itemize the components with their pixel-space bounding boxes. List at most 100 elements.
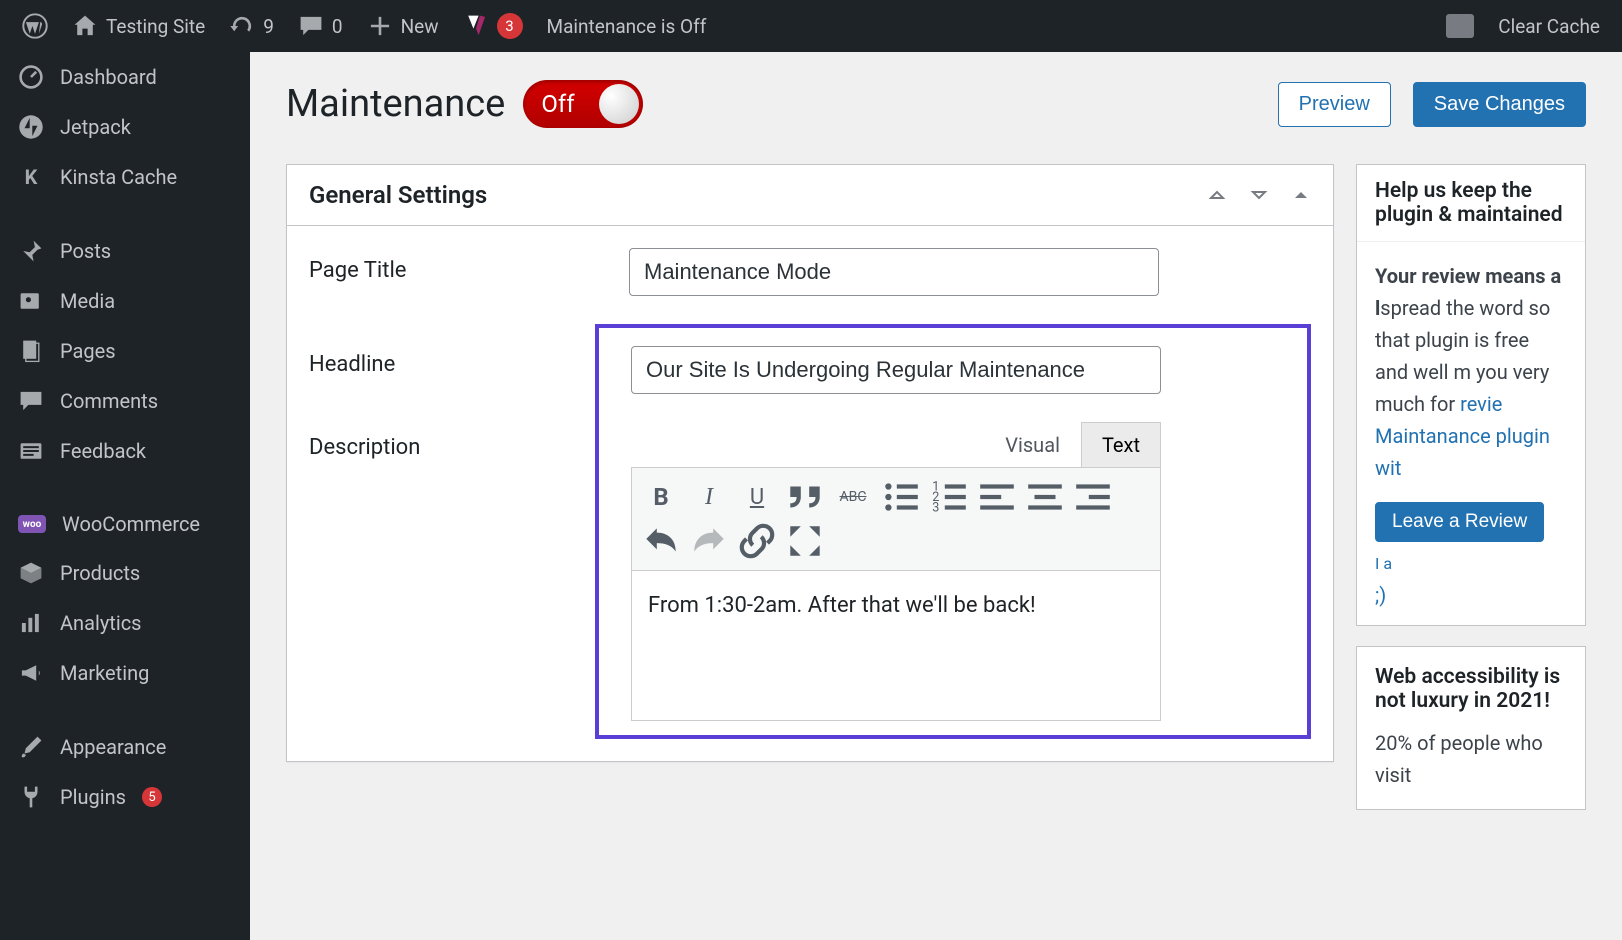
panel-head: General Settings [287, 165, 1333, 226]
admin-bar: Testing Site 9 0 New 3 Maintenance is Of… [0, 0, 1622, 52]
sidebar-item-label: Dashboard [60, 65, 157, 89]
analytics-icon [18, 610, 44, 636]
underline-button[interactable]: U [734, 476, 780, 518]
page-title-input[interactable] [629, 248, 1159, 296]
yoast-badge: 3 [497, 13, 523, 39]
feedback-icon [18, 438, 44, 464]
sidebar-item-pages[interactable]: Pages [0, 326, 250, 376]
comments-count: 0 [332, 15, 343, 38]
sidebar-item-marketing[interactable]: Marketing [0, 648, 250, 698]
svg-text:3: 3 [932, 501, 939, 516]
sidebar-item-label: Feedback [60, 439, 146, 463]
site-name-link[interactable]: Testing Site [60, 0, 217, 52]
sidebar-item-media[interactable]: Media [0, 276, 250, 326]
bold-button[interactable]: B [638, 476, 684, 518]
review-link-1[interactable]: revie [1460, 392, 1502, 416]
preview-button[interactable]: Preview [1278, 82, 1391, 127]
editor-toolbar: B I U ABC 123 [631, 467, 1161, 571]
tab-text[interactable]: Text [1081, 422, 1161, 467]
sidebar-item-label: Pages [60, 339, 116, 363]
already-reviewed-link[interactable]: I a [1375, 554, 1392, 573]
sidebar-item-label: Posts [60, 239, 111, 263]
updates-link[interactable]: 9 [217, 0, 286, 52]
toggle-label: Off [541, 90, 574, 118]
review-box-title: Help us keep the plugin & maintained [1375, 179, 1567, 227]
leave-review-button[interactable]: Leave a Review [1375, 502, 1544, 542]
sidebar-item-comments[interactable]: Comments [0, 376, 250, 426]
sidebar-item-analytics[interactable]: Analytics [0, 598, 250, 648]
speech-bubble-icon [1446, 14, 1474, 38]
yoast-icon [463, 13, 489, 39]
sidebar-item-dashboard[interactable]: Dashboard [0, 52, 250, 102]
accessibility-text: 20% of people who visit [1375, 727, 1567, 791]
comment-icon [298, 13, 324, 39]
home-icon [72, 13, 98, 39]
undo-button[interactable] [638, 520, 684, 562]
content-area: Maintenance Off Preview Save Changes Gen… [250, 52, 1622, 940]
italic-button[interactable]: I [686, 476, 732, 518]
align-right-button[interactable] [1070, 476, 1116, 518]
link-button[interactable] [734, 520, 780, 562]
woo-icon: woo [18, 515, 46, 533]
maintenance-status[interactable]: Maintenance is Off [535, 0, 719, 52]
sidebar-item-feedback[interactable]: Feedback [0, 426, 250, 476]
review-link-2[interactable]: Maintanance plugin wit [1375, 424, 1550, 480]
review-box: Help us keep the plugin & maintained You… [1356, 164, 1586, 626]
pages-icon [18, 338, 44, 364]
collapse-toggle-icon[interactable] [1291, 183, 1311, 207]
jetpack-icon [18, 114, 44, 140]
sidebar-item-label: Plugins [60, 785, 126, 809]
bullet-list-button[interactable] [878, 476, 924, 518]
wink-text: ;) [1375, 583, 1567, 607]
comments-link[interactable]: 0 [286, 0, 355, 52]
headline-input[interactable] [631, 346, 1161, 394]
align-left-button[interactable] [974, 476, 1020, 518]
collapse-down-icon[interactable] [1249, 183, 1269, 207]
description-editor[interactable]: From 1:30-2am. After that we'll be back! [631, 571, 1161, 721]
save-changes-button[interactable]: Save Changes [1413, 82, 1586, 127]
pin-icon [18, 238, 44, 264]
page-header: Maintenance Off Preview Save Changes [286, 80, 1586, 128]
accessibility-title: Web accessibility is not luxury in 2021! [1375, 665, 1567, 713]
sidebar-item-products[interactable]: Products [0, 548, 250, 598]
sidebar-item-woocommerce[interactable]: woo WooCommerce [0, 500, 250, 548]
clear-cache-link[interactable]: Clear Cache [1486, 0, 1612, 52]
updates-count: 9 [263, 15, 274, 38]
megaphone-icon [18, 660, 44, 686]
sidebar-item-label: WooCommerce [62, 512, 200, 536]
plugin-icon [18, 784, 44, 810]
sidebar-item-appearance[interactable]: Appearance [0, 722, 250, 772]
redo-button[interactable] [686, 520, 732, 562]
media-icon [18, 288, 44, 314]
clear-cache-label: Clear Cache [1498, 15, 1600, 38]
align-center-button[interactable] [1022, 476, 1068, 518]
plus-icon [367, 13, 393, 39]
sidebar-item-kinsta[interactable]: K Kinsta Cache [0, 152, 250, 202]
fullscreen-button[interactable] [782, 520, 828, 562]
products-icon [18, 560, 44, 586]
sidebar-item-posts[interactable]: Posts [0, 226, 250, 276]
maintenance-status-text: Maintenance is Off [547, 15, 707, 38]
general-settings-panel: General Settings Page Title [286, 164, 1334, 762]
quote-button[interactable] [782, 476, 828, 518]
sidebar-item-label: Marketing [60, 661, 149, 685]
strikethrough-button[interactable]: ABC [830, 476, 876, 518]
page-title-field: Page Title [309, 248, 1311, 296]
sidebar-item-label: Comments [60, 389, 158, 413]
notice-icon-link[interactable] [1434, 0, 1486, 52]
collapse-up-icon[interactable] [1207, 183, 1227, 207]
kinsta-icon: K [18, 164, 44, 190]
sidebar-item-plugins[interactable]: Plugins 5 [0, 772, 250, 822]
page-title: Maintenance [286, 82, 505, 126]
sidebar-item-jetpack[interactable]: Jetpack [0, 102, 250, 152]
toggle-knob [599, 84, 639, 124]
yoast-link[interactable]: 3 [451, 0, 535, 52]
sidebar-item-label: Analytics [60, 611, 142, 635]
wp-logo[interactable] [10, 0, 60, 52]
maintenance-toggle[interactable]: Off [523, 80, 643, 128]
numbered-list-button[interactable]: 123 [926, 476, 972, 518]
tab-visual[interactable]: Visual [984, 422, 1081, 467]
sidebar-item-label: Media [60, 289, 115, 313]
admin-sidebar: Dashboard Jetpack K Kinsta Cache Posts M… [0, 52, 250, 940]
new-link[interactable]: New [355, 0, 451, 52]
